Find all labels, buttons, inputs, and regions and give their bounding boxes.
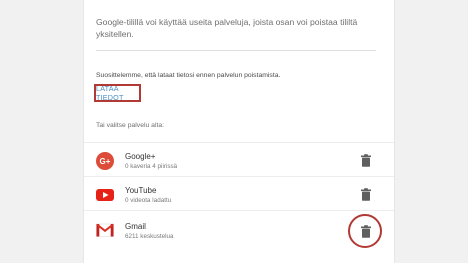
trash-icon[interactable] <box>360 154 372 167</box>
choose-service-text: Tai valitse palvelu alta: <box>96 122 165 129</box>
intro-text: Google-tilillä voi käyttää useita palvel… <box>96 17 358 39</box>
youtube-icon <box>96 189 114 201</box>
service-name: Gmail <box>125 222 146 231</box>
service-row-google-plus: G+ Google+ 0 kaveria 4 piirissä <box>84 142 394 179</box>
service-row-youtube: YouTube 0 videota ladattu <box>84 176 394 213</box>
service-meta: 0 videota ladattu <box>125 197 172 204</box>
trash-icon[interactable] <box>360 225 372 238</box>
download-data-link[interactable]: LATAA TIEDOT <box>94 84 141 102</box>
service-meta: 0 kaveria 4 piirissä <box>125 163 178 170</box>
download-recommendation-text: Suosittelemme, että lataat tietosi ennen… <box>96 72 281 79</box>
service-row-gmail: Gmail 6211 keskustelua <box>84 210 394 248</box>
google-plus-icon: G+ <box>96 152 114 170</box>
service-deletion-card: Google-tilillä voi käyttää useita palvel… <box>83 0 395 263</box>
service-name: Google+ <box>125 152 156 161</box>
divider <box>96 50 376 51</box>
svg-text:G+: G+ <box>100 157 111 166</box>
service-meta: 6211 keskustelua <box>125 233 174 240</box>
gmail-icon <box>96 223 114 237</box>
trash-icon[interactable] <box>360 188 372 201</box>
service-name: YouTube <box>125 186 157 195</box>
